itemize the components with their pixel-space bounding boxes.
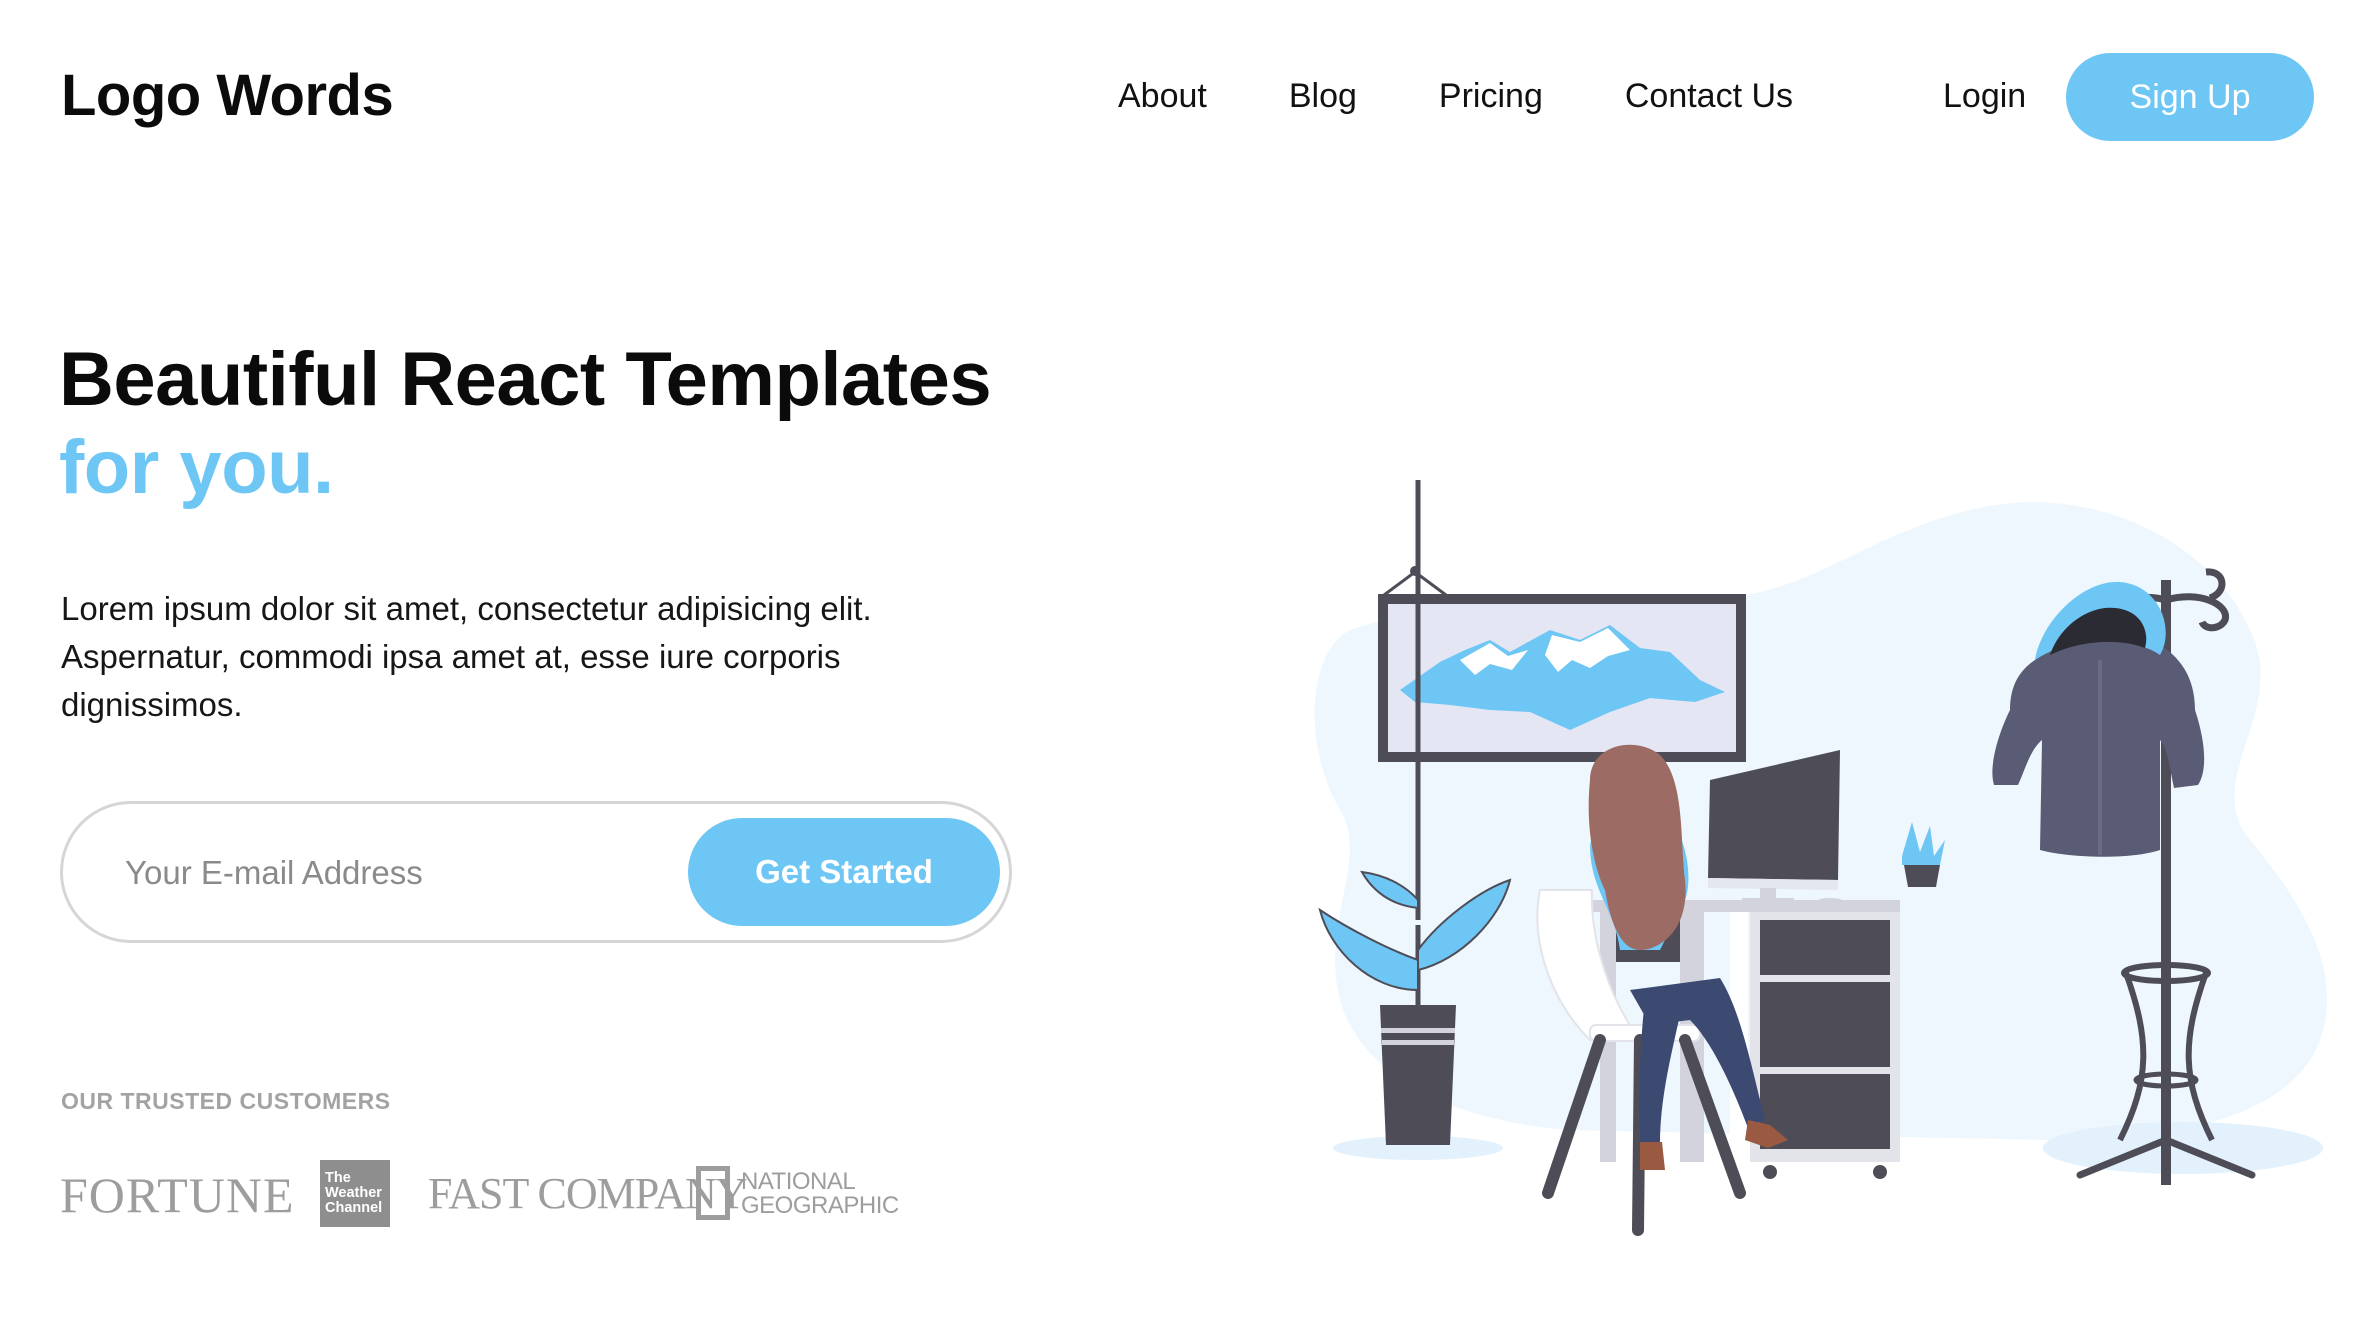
natgeo-line: NATIONAL [741,1168,856,1195]
hero-illustration [1314,480,2328,1236]
email-signup-form: Get Started [60,801,1012,943]
hero-description: Lorem ipsum dolor sit amet, consectetur … [61,590,872,723]
landing-page: Logo Words About Blog Pricing Contact Us… [0,0,2370,1334]
sign-up-button[interactable]: Sign Up [2066,53,2314,141]
fortune-logo: FORTUNE [60,1167,295,1223]
get-started-button[interactable]: Get Started [688,818,1000,926]
weather-channel-logo-line: Weather [325,1185,382,1201]
mountain-painting [1378,566,1746,762]
national-geographic-wordmark: NATIONAL GEOGRAPHIC [741,1170,899,1218]
nav-item-blog[interactable]: Blog [1289,70,1357,122]
natgeo-line: GEOGRAPHIC [741,1192,899,1219]
national-geographic-frame-icon [696,1166,730,1220]
hero-title-accent: for you. [59,425,334,510]
weather-channel-logo-line: The [325,1170,351,1186]
nav-item-pricing[interactable]: Pricing [1439,70,1543,122]
weather-channel-logo-line: Channel [325,1200,383,1216]
nav-item-contact-us[interactable]: Contact Us [1625,70,1793,122]
nav-item-about[interactable]: About [1118,70,1207,122]
login-link[interactable]: Login [1943,70,2026,122]
site-logo[interactable]: Logo Words [61,60,394,132]
hero-title: Beautiful React Templates [59,337,992,422]
email-input[interactable] [125,842,685,904]
weather-channel-logo: The Weather Channel [320,1160,390,1227]
trusted-customers-label: OUR TRUSTED CUSTOMERS [61,1088,391,1114]
main-nav: About Blog Pricing Contact Us [1118,70,1793,122]
